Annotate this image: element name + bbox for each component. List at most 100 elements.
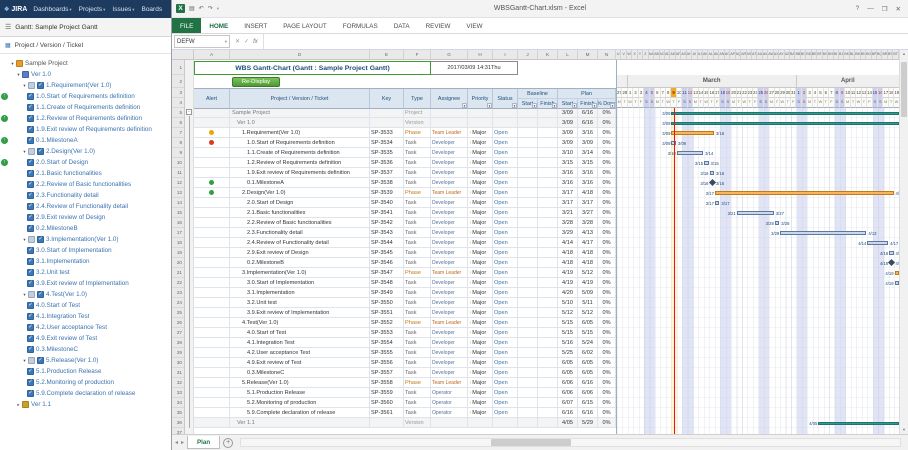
- tree-checkbox[interactable]: ✓: [27, 115, 34, 122]
- tree-item-label[interactable]: 5.Release(Ver 1.0): [46, 357, 99, 364]
- sheet-tab-plan[interactable]: Plan: [187, 436, 221, 449]
- tree-checkbox[interactable]: ✓: [27, 214, 34, 221]
- cell-key[interactable]: SP-3559: [370, 388, 404, 397]
- cell-done[interactable]: 0%: [598, 168, 616, 177]
- cell-plan-start[interactable]: 6/06: [558, 388, 578, 397]
- cell-baseline-start[interactable]: [518, 268, 538, 277]
- tree-item-label[interactable]: 1.2.Review of Requirements definition: [36, 115, 142, 122]
- cell-priority[interactable]: ↑ Major: [468, 168, 493, 177]
- cell-baseline-start[interactable]: [518, 128, 538, 137]
- tree-expander-icon[interactable]: ▸: [15, 402, 22, 408]
- cell-priority[interactable]: ↑ Major: [468, 128, 493, 137]
- cell-type[interactable]: Phase: [404, 378, 431, 387]
- vertical-scrollbar[interactable]: ▲ ▼: [899, 50, 908, 434]
- tree-checkbox[interactable]: ✓: [27, 93, 34, 100]
- cell-baseline-finish[interactable]: [538, 238, 558, 247]
- cell-plan-start[interactable]: 6/07: [558, 398, 578, 407]
- tree-item[interactable]: ▾ ✓ 1.Requirement(Ver 1.0): [0, 80, 171, 91]
- horizontal-scrollbar[interactable]: [240, 438, 901, 447]
- tree-checkbox[interactable]: ✓: [27, 137, 34, 144]
- tree-checkbox[interactable]: ✓: [27, 335, 34, 342]
- close-button[interactable]: ✕: [896, 5, 901, 13]
- cell-type[interactable]: Task: [404, 278, 431, 287]
- cell-done[interactable]: 0%: [598, 358, 616, 367]
- cell-key[interactable]: SP-3555: [370, 348, 404, 357]
- cell-key[interactable]: SP-3543: [370, 228, 404, 237]
- tree-checkbox[interactable]: ✓: [37, 357, 44, 364]
- cell-key[interactable]: SP-3533: [370, 128, 404, 137]
- tree-item-label[interactable]: 4.1.Integration Test: [36, 313, 89, 320]
- cell-type[interactable]: Task: [404, 198, 431, 207]
- cell-priority[interactable]: ↑ Major: [468, 308, 493, 317]
- column-header-I[interactable]: I: [493, 50, 518, 59]
- row-header-15[interactable]: 15: [172, 208, 184, 218]
- cell-baseline-start[interactable]: [518, 168, 538, 177]
- tree-item-label[interactable]: 4.0.Start of Test: [36, 302, 80, 309]
- row-header-24[interactable]: 24: [172, 298, 184, 308]
- tree-item-label[interactable]: 2.4.Review of Functionality detail: [36, 203, 128, 210]
- cell-baseline-start[interactable]: [518, 198, 538, 207]
- cell-status[interactable]: Open: [493, 168, 518, 177]
- cell-done[interactable]: 0%: [598, 388, 616, 397]
- cell-priority[interactable]: ↑ Major: [468, 368, 493, 377]
- cell-priority[interactable]: ↑ Major: [468, 388, 493, 397]
- tree-item[interactable]: ▾ ✓ 3.Implementation(Ver 1.0): [0, 234, 171, 245]
- tree-item[interactable]: ✓ 2.2.Review of Basic functionalities: [0, 179, 171, 190]
- cell-name[interactable]: 2.3.Functionality detail: [230, 228, 370, 237]
- cell-type[interactable]: Task: [404, 138, 431, 147]
- cell-plan-start[interactable]: 3/15: [558, 158, 578, 167]
- cell-baseline-finish[interactable]: [538, 418, 558, 427]
- cell-priority[interactable]: ↑ Major: [468, 188, 493, 197]
- row-header-19[interactable]: 19: [172, 248, 184, 258]
- cell-status[interactable]: Open: [493, 208, 518, 217]
- filter-dropdown-icon[interactable]: ▾: [487, 103, 492, 108]
- cell-alert[interactable]: [194, 318, 230, 327]
- cell-key[interactable]: SP-3561: [370, 408, 404, 417]
- cell-type[interactable]: Task: [404, 178, 431, 187]
- cell-type[interactable]: Task: [404, 208, 431, 217]
- cell-plan-start[interactable]: 6/16: [558, 408, 578, 417]
- tree-item[interactable]: ✓ 3.2.Unit test: [0, 267, 171, 278]
- row-header-27[interactable]: 27: [172, 328, 184, 338]
- cell-plan-finish[interactable]: 6/16: [578, 108, 598, 117]
- cell-plan-finish[interactable]: 6/16: [578, 378, 598, 387]
- cell-priority[interactable]: ↑ Major: [468, 288, 493, 297]
- tree-checkbox[interactable]: ✓: [27, 280, 34, 287]
- tree-checkbox[interactable]: ✓: [27, 159, 34, 166]
- tree-item[interactable]: ▾ ✓ 4.Test(Ver 1.0): [0, 289, 171, 300]
- cell-name[interactable]: 0.1.MilestoneA: [230, 178, 370, 187]
- cell-baseline-start[interactable]: [518, 288, 538, 297]
- cell-status[interactable]: Open: [493, 228, 518, 237]
- cell-assignee[interactable]: Team Leader: [431, 378, 468, 387]
- column-header-K[interactable]: K: [538, 50, 558, 59]
- cell-status[interactable]: Open: [493, 378, 518, 387]
- cell-priority[interactable]: ↑ Major: [468, 378, 493, 387]
- cell-key[interactable]: SP-3560: [370, 398, 404, 407]
- tree-checkbox[interactable]: ✓: [27, 324, 34, 331]
- tree-item[interactable]: ✓ 0.3.MilestoneC: [0, 344, 171, 355]
- cell-assignee[interactable]: Developer: [431, 308, 468, 317]
- cell-name[interactable]: 4.0.Start of Test: [230, 328, 370, 337]
- cell-type[interactable]: Phase: [404, 268, 431, 277]
- cell-type[interactable]: Task: [404, 398, 431, 407]
- cell-plan-start[interactable]: 3/09: [558, 138, 578, 147]
- redisplay-button[interactable]: Re-Display: [232, 76, 280, 87]
- tree-expander-icon[interactable]: ▾: [21, 292, 28, 298]
- tree-item[interactable]: ✓ 2.9.Exit review of Design: [0, 212, 171, 223]
- row-header-23[interactable]: 23: [172, 288, 184, 298]
- cell-baseline-start[interactable]: [518, 298, 538, 307]
- cell-assignee[interactable]: Developer: [431, 248, 468, 257]
- cell-status[interactable]: Open: [493, 398, 518, 407]
- cell-priority[interactable]: ↑ Major: [468, 258, 493, 267]
- cell-status[interactable]: Open: [493, 388, 518, 397]
- cell-baseline-start[interactable]: [518, 308, 538, 317]
- cell-baseline-finish[interactable]: [538, 198, 558, 207]
- row-header-2[interactable]: 2: [172, 75, 184, 88]
- cell-alert[interactable]: [194, 418, 230, 427]
- tree-checkbox[interactable]: ✓: [27, 302, 34, 309]
- undo-icon[interactable]: ↶: [199, 5, 204, 12]
- cell-baseline-start[interactable]: [518, 398, 538, 407]
- cell-type[interactable]: Task: [404, 258, 431, 267]
- cell-plan-finish[interactable]: 6/05: [578, 318, 598, 327]
- cell-priority[interactable]: [468, 108, 493, 117]
